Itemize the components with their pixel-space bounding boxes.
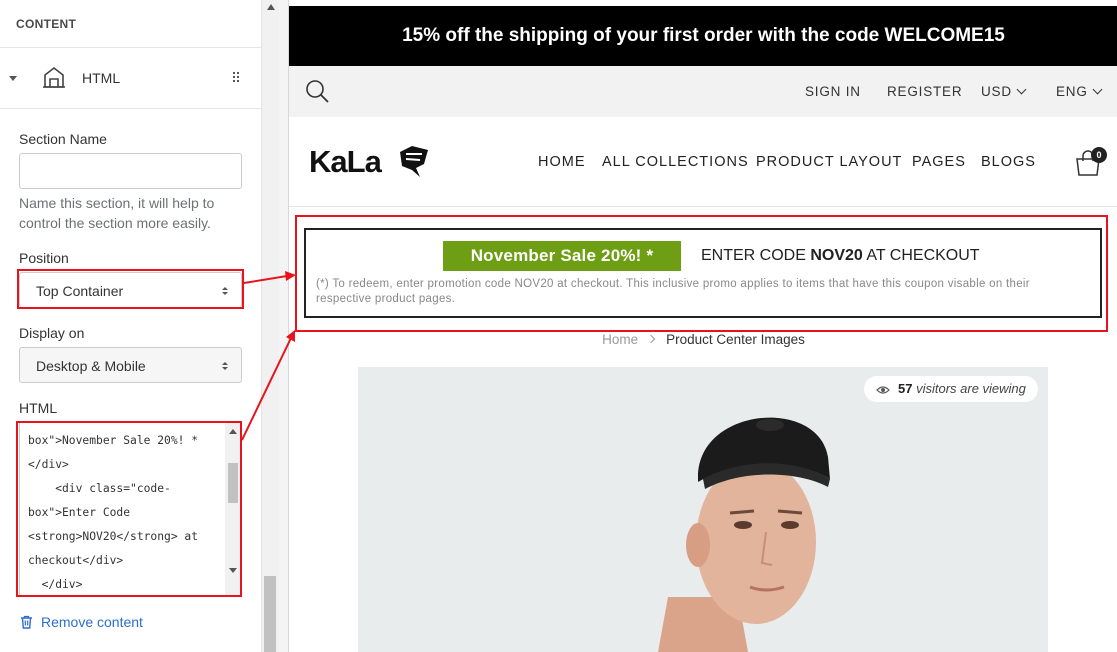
content-block-title: HTML	[82, 70, 121, 86]
content-block-html[interactable]: HTML	[0, 48, 261, 109]
chevron-down-icon	[1016, 84, 1027, 95]
nav-product-layout[interactable]: PRODUCT LAYOUT	[756, 154, 902, 170]
breadcrumb: Home Product Center Images	[289, 332, 1117, 347]
nav-all-collections[interactable]: ALL COLLECTIONS	[602, 154, 749, 170]
language-value: ENG	[1056, 84, 1088, 99]
panel-scroll-up-icon[interactable]	[267, 4, 275, 10]
search-icon[interactable]	[305, 79, 329, 103]
announcement-bar: 15% off the shipping of your first order…	[289, 6, 1117, 66]
display-on-select[interactable]: Desktop & Mobile	[19, 347, 242, 383]
position-label: Position	[19, 250, 69, 266]
remove-content-button[interactable]: Remove content	[20, 614, 143, 630]
currency-dropdown[interactable]: USD	[981, 84, 1027, 99]
collapse-caret-icon[interactable]	[9, 76, 17, 81]
language-dropdown[interactable]: ENG	[1056, 84, 1103, 99]
cart-count-badge: 0	[1091, 147, 1107, 163]
product-image[interactable]: 57 visitors are viewing	[358, 367, 1048, 652]
nav-home[interactable]: HOME	[538, 154, 586, 170]
section-name-input[interactable]	[19, 153, 242, 189]
register-link[interactable]: REGISTER	[887, 84, 962, 99]
trash-icon	[21, 615, 32, 629]
visitors-count: 57	[898, 381, 913, 396]
section-name-label: Section Name	[19, 131, 107, 147]
panel-header: CONTENT	[0, 0, 261, 48]
chevron-down-icon	[1092, 84, 1103, 95]
sign-in-link[interactable]: SIGN IN	[805, 84, 861, 99]
breadcrumb-current: Product Center Images	[666, 332, 805, 347]
html-label: HTML	[19, 400, 58, 416]
panel-scrollbar[interactable]	[262, 0, 279, 652]
display-on-select-value: Desktop & Mobile	[36, 358, 146, 374]
logo-mark-icon	[400, 146, 428, 177]
visitors-text: visitors are viewing	[912, 381, 1026, 396]
section-house-icon	[43, 66, 65, 88]
display-on-label: Display on	[19, 325, 85, 341]
panel-divider	[279, 0, 288, 652]
panel-scroll-thumb[interactable]	[264, 576, 276, 652]
annotation-position-box	[17, 269, 244, 309]
select-updown-icon	[222, 362, 228, 370]
nav-blogs[interactable]: BLOGS	[981, 154, 1036, 170]
drag-handle-icon[interactable]	[232, 71, 240, 83]
section-name-help: Name this section, it will help to contr…	[19, 195, 215, 231]
product-photo-illustration	[658, 417, 830, 652]
store-header: KaLa HOME ALL COLLECTIONS PRODUCT LAYOUT…	[289, 117, 1117, 207]
visitors-viewing-badge: 57 visitors are viewing	[864, 376, 1038, 402]
chevron-right-icon	[646, 334, 656, 344]
currency-value: USD	[981, 84, 1012, 99]
annotation-html-box	[16, 421, 242, 597]
breadcrumb-home[interactable]: Home	[602, 332, 638, 347]
annotation-preview-box	[295, 215, 1108, 332]
top-utility-bar: SIGN IN REGISTER USD ENG	[289, 66, 1117, 117]
nav-pages[interactable]: PAGES	[912, 154, 966, 170]
store-logo[interactable]: KaLa	[309, 144, 382, 180]
remove-content-label: Remove content	[41, 614, 143, 630]
eye-icon	[876, 386, 890, 394]
